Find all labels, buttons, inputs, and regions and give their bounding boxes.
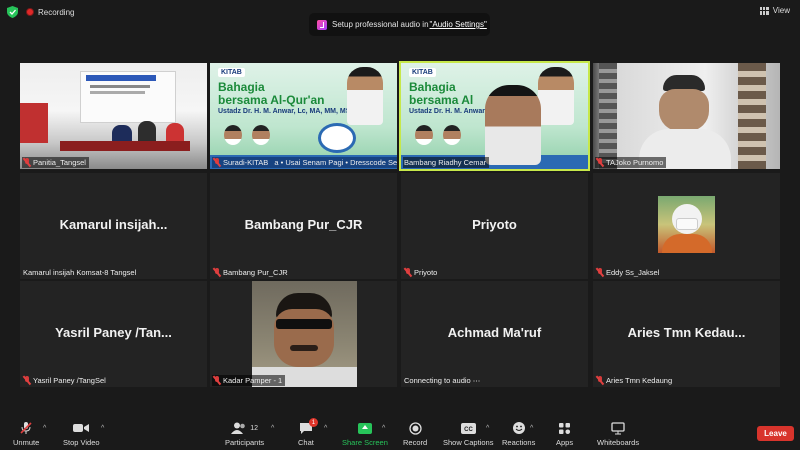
participant-display-name: Achmad Ma'ruf (447, 325, 542, 340)
participant-tile[interactable]: Panitia_Tangsel (20, 63, 207, 169)
muted-mic-icon (596, 376, 604, 385)
audio-banner-text: Setup professional audio in (332, 20, 429, 29)
banner-title: Bahagia bersama Al-Qur'an (218, 80, 325, 107)
participants-button[interactable]: 12 Participants (225, 421, 264, 447)
participant-tile[interactable]: Aries Tmn Kedau... Aries Tmn Kedaung (593, 281, 780, 387)
banner-title: Bahagia bersama Al (409, 80, 474, 107)
muted-mic-icon (23, 376, 31, 385)
participant-name-label: Kamarul insijah Komsat-8 Tangsel (23, 268, 137, 277)
participant-tile-active-speaker[interactable]: KITAB Bahagia bersama Al Ustadz Dr. H. M.… (399, 61, 590, 171)
whiteboard-icon (611, 421, 625, 435)
smiley-icon (512, 421, 526, 435)
share-screen-button[interactable]: Share Screen (342, 421, 388, 447)
participant-display-name: Yasril Paney /Tan... (55, 325, 172, 340)
video-options-chevron-icon[interactable]: ^ (101, 425, 104, 432)
participant-display-name: Priyoto (472, 217, 517, 232)
participant-video: KITAB Bahagia bersama Al Ustadz Dr. H. M.… (401, 63, 588, 169)
music-note-icon (317, 19, 327, 30)
participants-options-chevron-icon[interactable]: ^ (271, 425, 274, 432)
leave-button[interactable]: Leave (757, 426, 794, 441)
participant-video (20, 63, 207, 169)
participant-video: KITAB Bahagia bersama Al-Qur'an Ustadz Dr… (210, 63, 397, 169)
record-dot-icon (26, 8, 34, 16)
muted-mic-icon (596, 268, 604, 277)
participant-tile[interactable]: Eddy Ss_Jaksel (593, 173, 780, 279)
muted-mic-icon (596, 158, 604, 167)
avatar (252, 125, 270, 145)
meeting-toolbar: Unmute ^ Stop Video ^ 12 Participants ^ … (0, 416, 800, 450)
muted-mic-icon (404, 268, 412, 277)
muted-mic-icon (213, 158, 221, 167)
chat-unread-badge: 1 (308, 418, 318, 427)
event-badge (318, 123, 356, 153)
participant-name-label: Eddy Ss_Jaksel (595, 267, 662, 278)
participant-face (485, 85, 541, 165)
captions-options-chevron-icon[interactable]: ^ (486, 425, 489, 432)
speaker-photo (538, 67, 574, 125)
svg-text:CC: CC (464, 427, 473, 433)
muted-mic-icon (213, 268, 221, 277)
apps-button[interactable]: Apps (556, 421, 573, 447)
reactions-options-chevron-icon[interactable]: ^ (530, 425, 533, 432)
participant-tile[interactable]: Yasril Paney /Tan... Yasril Paney /TangS… (20, 281, 207, 387)
closed-captions-icon: CC (460, 421, 476, 435)
participant-name-label: Panitia_Tangsel (22, 157, 89, 168)
participant-video (658, 196, 715, 253)
participant-video (593, 63, 780, 169)
unmute-button[interactable]: Unmute (13, 421, 39, 447)
chat-button[interactable]: 1 Chat (298, 418, 318, 447)
share-options-chevron-icon[interactable]: ^ (382, 425, 385, 432)
recording-label: Recording (38, 7, 75, 17)
record-icon (408, 421, 422, 435)
participant-tile[interactable]: KITAB Bahagia bersama Al-Qur'an Ustadz Dr… (210, 63, 397, 169)
participant-name-label: Yasril Paney /TangSel (22, 375, 109, 386)
shield-icon[interactable] (7, 6, 18, 18)
chat-options-chevron-icon[interactable]: ^ (324, 425, 327, 432)
record-button[interactable]: Record (403, 421, 427, 447)
participant-tile[interactable]: Priyoto Priyoto (401, 173, 588, 279)
muted-mic-icon (19, 421, 33, 435)
grid-view-icon (759, 6, 769, 15)
avatar (443, 125, 461, 145)
muted-mic-icon (213, 376, 221, 385)
participant-tile[interactable]: Achmad Ma'ruf Connecting to audio ⋯ (401, 281, 588, 387)
participant-name-label: Bambang Pur_CJR (212, 267, 291, 278)
view-button[interactable]: View (759, 6, 790, 15)
participant-display-name: Aries Tmn Kedau... (627, 325, 746, 340)
participant-video (252, 281, 357, 387)
recording-indicator[interactable]: Recording (26, 6, 74, 18)
participant-name-label: Kadar Pamper - 1 (212, 375, 286, 386)
participant-tile[interactable]: Kamarul insijah... Kamarul insijah Komsa… (20, 173, 207, 279)
participant-tile[interactable]: Bambang Pur_CJR Bambang Pur_CJR (210, 173, 397, 279)
participant-name-label: Connecting to audio ⋯ (404, 376, 481, 385)
video-camera-icon (73, 421, 90, 435)
whiteboards-button[interactable]: Whiteboards (597, 421, 639, 447)
participant-name-label: TAJoko Purnomo (595, 157, 667, 168)
audio-settings-banner[interactable]: Setup professional audio in "Audio Setti… (309, 13, 490, 36)
kitab-logo: KITAB (218, 68, 245, 77)
muted-mic-icon (23, 158, 31, 167)
participant-name-label: Aries Tmn Kedaung (595, 375, 675, 386)
participant-name-label: Suradi-KITAB a • Usai Senam Pagi • Dress… (212, 157, 397, 168)
participant-tile[interactable]: Kadar Pamper - 1 (210, 281, 397, 387)
participant-display-name: Kamarul insijah... (59, 217, 168, 232)
share-screen-icon (357, 421, 372, 435)
view-label: View (772, 6, 790, 15)
participants-icon: 12 (231, 421, 258, 435)
participant-display-name: Bambang Pur_CJR (244, 217, 363, 232)
audio-settings-link[interactable]: "Audio Settings" (430, 20, 487, 29)
avatar (415, 125, 433, 145)
speaker-photo (347, 67, 383, 125)
apps-icon (558, 421, 571, 435)
banner-speaker: Ustadz Dr. H. M. Anwar, Lc, MA, MM, MSc (218, 108, 355, 115)
avatar (224, 125, 242, 145)
chat-icon: 1 (299, 418, 318, 435)
stop-video-button[interactable]: Stop Video (63, 421, 100, 447)
audio-options-chevron-icon[interactable]: ^ (43, 425, 46, 432)
participant-tile[interactable]: TAJoko Purnomo (593, 63, 780, 169)
kitab-logo: KITAB (409, 68, 436, 77)
participant-name-label: Bambang Riadhy Cemar (403, 157, 490, 168)
zoom-meeting-window: Recording View Setup professional audio … (0, 0, 800, 450)
participant-name-label: Priyoto (403, 267, 440, 278)
